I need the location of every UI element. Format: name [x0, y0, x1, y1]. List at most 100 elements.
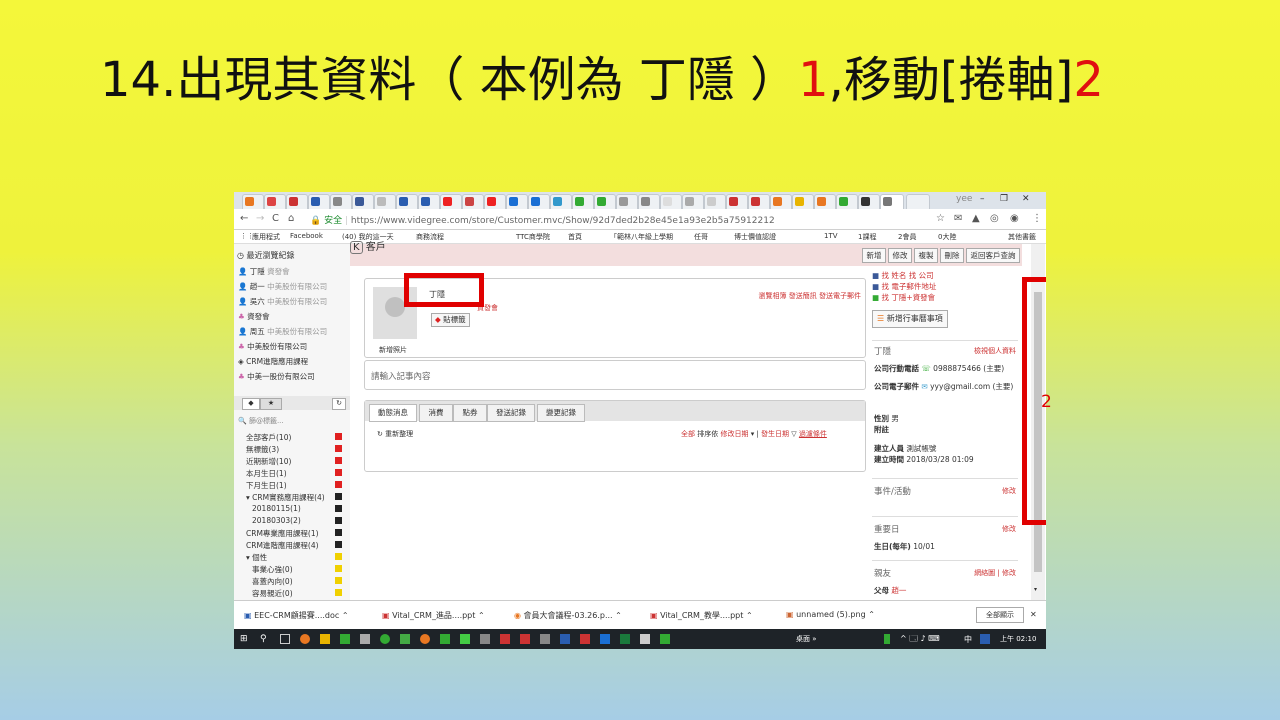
- new-tab-button[interactable]: [906, 194, 930, 209]
- bookmark-item[interactable]: 博士價值認證: [734, 232, 776, 242]
- app-icon[interactable]: [480, 634, 490, 644]
- task-view-icon[interactable]: [280, 634, 290, 644]
- tab-send-log[interactable]: 發送記錄: [487, 404, 535, 422]
- network-link[interactable]: 網絡圖: [974, 569, 995, 577]
- tab-consumption[interactable]: 消費: [419, 404, 453, 422]
- filter-item[interactable]: 20180303(2): [246, 516, 346, 525]
- show-all-button[interactable]: 全部顯示: [976, 607, 1024, 623]
- profile-links[interactable]: 瀏覽相簿 發送簡訊 發送電子郵件: [759, 291, 861, 301]
- restore-icon[interactable]: ❐: [1000, 194, 1008, 204]
- filter-item[interactable]: 事業心強(0): [246, 564, 346, 575]
- filter-item[interactable]: 喜蓋內向(0): [246, 576, 346, 587]
- bookmark-item[interactable]: 其他書籤: [1008, 232, 1036, 242]
- tag-search-input[interactable]: 🔍 篩@標籤...: [238, 416, 284, 426]
- search-icon[interactable]: ⚲: [260, 634, 270, 644]
- browser-tab[interactable]: [660, 194, 682, 209]
- home-icon[interactable]: ⌂: [288, 213, 294, 224]
- refresh-button[interactable]: ↻ 重新整理: [377, 429, 413, 439]
- excel-icon[interactable]: [620, 634, 630, 644]
- app-icon[interactable]: [340, 634, 350, 644]
- bookmark-item[interactable]: TTC商學院: [516, 232, 550, 242]
- download-item[interactable]: ◉ 會員大會議程-03.26.p... ⌃: [514, 610, 622, 621]
- browser-tab[interactable]: [264, 194, 286, 209]
- new-photo-link[interactable]: 新增照片: [379, 345, 407, 355]
- bookmark-item[interactable]: 商務流程: [416, 232, 444, 242]
- word-icon[interactable]: [560, 634, 570, 644]
- filter-item[interactable]: 20180115(1): [246, 504, 346, 513]
- find-email-link[interactable]: 找 電子郵件地址: [881, 282, 936, 291]
- recent-item[interactable]: 👤 吳六 中美股份有限公司: [238, 296, 327, 307]
- delete-button[interactable]: 刪除: [940, 248, 964, 263]
- firefox-icon[interactable]: [300, 634, 310, 644]
- app-icon[interactable]: [520, 634, 530, 644]
- sort-all[interactable]: 全部: [681, 430, 695, 438]
- download-item[interactable]: ▣ unnamed (5).png ⌃: [786, 610, 875, 619]
- star-icon[interactable]: ★: [260, 398, 282, 410]
- bookmark-item[interactable]: 2會員: [898, 232, 916, 242]
- browser-tab[interactable]: [374, 194, 396, 209]
- find-company-link[interactable]: 找 公司: [909, 271, 934, 280]
- sort-birthday[interactable]: 發生日期: [761, 430, 789, 438]
- profile-name[interactable]: yee: [956, 194, 972, 204]
- url-field[interactable]: 🔒 安全 | https://www.videgree.com/store/Cu…: [310, 213, 775, 226]
- browser-tab[interactable]: [704, 194, 726, 209]
- browser-tab[interactable]: [638, 194, 660, 209]
- bookmark-item[interactable]: 1課程: [858, 232, 876, 242]
- forward-icon[interactable]: →: [256, 213, 264, 224]
- filter-item[interactable]: 近期新增(10): [246, 456, 346, 467]
- explorer-icon[interactable]: [320, 634, 330, 644]
- windows-start-icon[interactable]: ⊞: [240, 634, 250, 644]
- edit-button[interactable]: 修改: [888, 248, 912, 263]
- bookmark-item[interactable]: 任哥: [694, 232, 708, 242]
- download-item[interactable]: ▣ EEC-CRM顧揚賽....doc ⌃: [244, 610, 349, 621]
- app-icon[interactable]: [540, 634, 550, 644]
- browser-tab[interactable]: [726, 194, 748, 209]
- filter-item[interactable]: CRM專業應用課程(1): [246, 528, 346, 539]
- browser-tab[interactable]: [330, 194, 352, 209]
- browser-tab[interactable]: [814, 194, 836, 209]
- refresh-icon[interactable]: ↻: [332, 398, 346, 410]
- reload-icon[interactable]: C: [272, 213, 279, 224]
- recent-item[interactable]: 👤 周五 中美股份有限公司: [238, 326, 327, 337]
- new-button[interactable]: 新增: [862, 248, 886, 263]
- browser-tab[interactable]: [462, 194, 484, 209]
- parent-value[interactable]: 趙一: [891, 586, 906, 595]
- tab-change-log[interactable]: 變更記錄: [537, 404, 585, 422]
- desktop-label[interactable]: 桌面 »: [796, 634, 817, 644]
- sort-filter[interactable]: 過濾條件: [799, 430, 827, 438]
- browser-tab[interactable]: [418, 194, 440, 209]
- app-icon[interactable]: [640, 634, 650, 644]
- ime-indicator[interactable]: 中: [964, 634, 972, 645]
- battery-icon[interactable]: [884, 634, 890, 644]
- filter-item[interactable]: CRM進階應用課程(4): [246, 540, 346, 551]
- app-icon[interactable]: [380, 634, 390, 644]
- tag-icon[interactable]: ◆: [242, 398, 260, 410]
- tag-button[interactable]: ◆ 貼標籤: [431, 313, 470, 327]
- find-name-link[interactable]: 找 姓名: [881, 271, 906, 280]
- bookmark-item[interactable]: 1TV: [824, 232, 838, 240]
- edit-relatives-link[interactable]: 修改: [1002, 569, 1016, 577]
- download-item[interactable]: ▣ Vital_CRM_教學....ppt ⌃: [650, 610, 753, 621]
- tray-icons[interactable]: ^ 🗔 ♪ ⌨: [900, 633, 940, 647]
- recent-item[interactable]: 👤 趙一 中美股份有限公司: [238, 281, 327, 292]
- chrome-icon[interactable]: [420, 634, 430, 644]
- close-downloads-icon[interactable]: ✕: [1030, 610, 1037, 619]
- wechat-icon[interactable]: [460, 634, 470, 644]
- recent-item[interactable]: ♣ 中美股份有限公司: [238, 341, 307, 352]
- bookmark-item[interactable]: 應用程式: [252, 232, 280, 242]
- browser-tab[interactable]: [286, 194, 308, 209]
- browser-tab[interactable]: [792, 194, 814, 209]
- filter-item[interactable]: 本月生日(1): [246, 468, 346, 479]
- clock[interactable]: 上午 02:10: [1000, 634, 1036, 644]
- filter-item[interactable]: 無標籤(3): [246, 444, 346, 455]
- recent-item[interactable]: ♣ 中美一股份有限公司: [238, 371, 315, 382]
- extension-icon[interactable]: ✉: [954, 213, 962, 224]
- note-input[interactable]: 請輸入記事內容: [364, 360, 866, 390]
- edit-events-link[interactable]: 修改: [1002, 486, 1016, 496]
- browser-tab[interactable]: [770, 194, 792, 209]
- browser-tab[interactable]: [528, 194, 550, 209]
- app-icon[interactable]: [360, 634, 370, 644]
- bookmark-star-icon[interactable]: ☆: [936, 213, 945, 224]
- browser-tab[interactable]: [352, 194, 374, 209]
- browser-tab[interactable]: [396, 194, 418, 209]
